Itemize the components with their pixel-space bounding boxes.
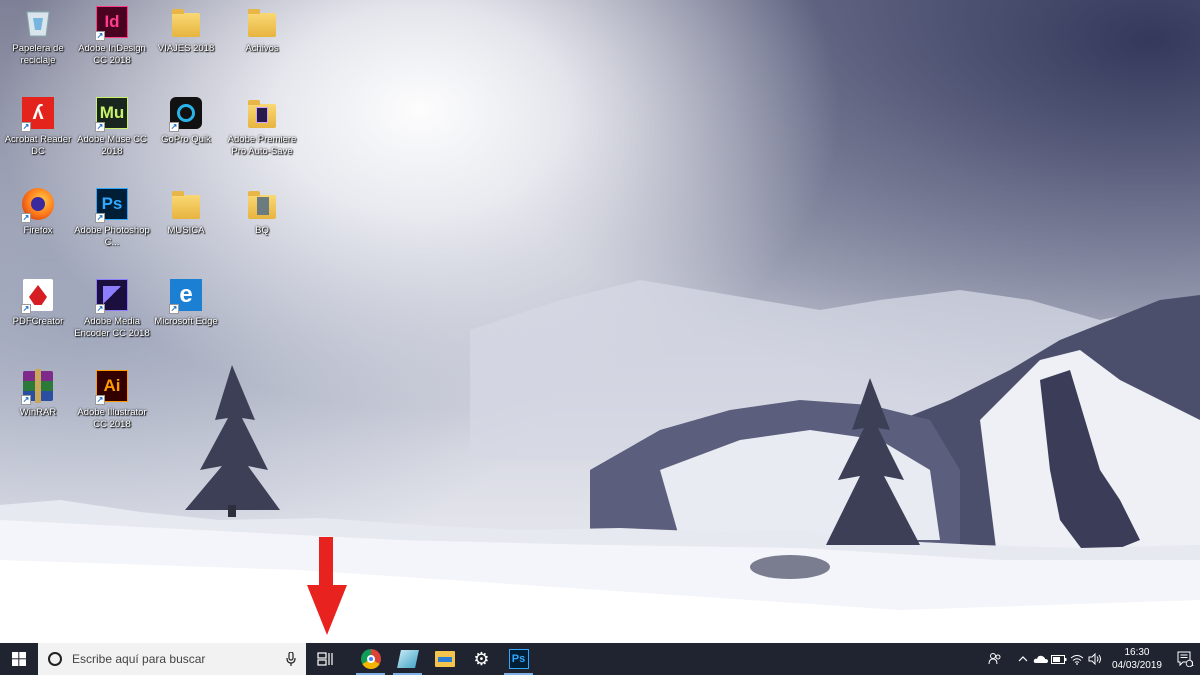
desktop-icon-folder-archivos[interactable]: Achivos <box>224 5 300 55</box>
task-view-icon <box>317 652 333 666</box>
taskbar-app-notes[interactable] <box>389 643 426 675</box>
folder-icon <box>248 100 276 128</box>
shortcut-arrow-icon: ↗ <box>21 213 31 223</box>
action-center-button[interactable]: 1 <box>1170 643 1200 675</box>
cortana-circle-icon <box>48 652 62 666</box>
desktop-icon-folder-musica[interactable]: MUSICA <box>148 187 224 237</box>
clock-time: 16:30 <box>1124 647 1150 658</box>
desktop-icon-indesign[interactable]: Id ↗ Adobe InDesign CC 2018 <box>74 5 150 67</box>
desktop-icon-acrobat[interactable]: ʎ ↗ Acrobat Reader DC <box>0 96 76 158</box>
shortcut-arrow-icon: ↗ <box>21 395 31 405</box>
show-hidden-icons-button[interactable] <box>1014 643 1032 675</box>
photoshop-taskbar-icon: Ps <box>508 649 529 669</box>
shortcut-arrow-icon: ↗ <box>169 304 179 314</box>
speaker-icon <box>1088 653 1101 665</box>
desktop-icon-winrar[interactable]: ↗ WinRAR <box>0 369 76 419</box>
task-view-button[interactable] <box>306 643 344 675</box>
taskbar-app-settings[interactable]: ⚙ <box>463 643 500 675</box>
windows-logo-icon <box>12 652 26 666</box>
chevron-up-icon <box>1018 656 1028 662</box>
shortcut-arrow-icon: ↗ <box>95 31 105 41</box>
shortcut-arrow-icon: ↗ <box>95 213 105 223</box>
system-tray: 16:30 04/03/2019 1 <box>982 643 1200 675</box>
desktop-icon-premiere-autosave[interactable]: Adobe Premiere Pro Auto-Save <box>224 96 300 158</box>
folder-icon <box>248 191 276 219</box>
people-button[interactable] <box>982 643 1008 675</box>
shortcut-arrow-icon: ↗ <box>21 304 31 314</box>
wifi-icon <box>1070 654 1084 665</box>
taskbar-app-photoshop[interactable]: Ps <box>500 643 537 675</box>
shortcut-arrow-icon: ↗ <box>95 122 105 132</box>
shortcut-arrow-icon: ↗ <box>21 122 31 132</box>
search-box[interactable] <box>38 643 306 675</box>
microphone-icon[interactable] <box>286 652 296 666</box>
folder-icon <box>172 191 200 219</box>
start-button[interactable] <box>0 643 38 675</box>
desktop-icon-gopro[interactable]: ↗ GoPro Quik <box>148 96 224 146</box>
search-input[interactable] <box>72 652 286 666</box>
shortcut-arrow-icon: ↗ <box>169 122 179 132</box>
recycle-bin-icon <box>21 5 55 39</box>
desktop-icon-folder-viajes[interactable]: VIAJES 2018 <box>148 5 224 55</box>
shortcut-arrow-icon: ↗ <box>95 395 105 405</box>
chrome-icon <box>360 649 381 669</box>
folder-icon <box>248 9 276 37</box>
notes-app-icon <box>396 650 419 668</box>
desktop-icon-recycle-bin[interactable]: Papelera de reciclaje <box>0 5 76 67</box>
desktop-icon-folder-bq[interactable]: BQ <box>224 187 300 237</box>
battery-icon <box>1050 654 1067 664</box>
desktop-icon-firefox[interactable]: ↗ Firefox <box>0 187 76 237</box>
onedrive-button[interactable] <box>1032 643 1050 675</box>
desktop[interactable]: Papelera de reciclaje Id ↗ Adobe InDesig… <box>0 0 1200 643</box>
clock[interactable]: 16:30 04/03/2019 <box>1104 646 1170 672</box>
folder-icon <box>172 9 200 37</box>
taskbar-app-chrome[interactable] <box>352 643 389 675</box>
desktop-icon-muse[interactable]: Mu ↗ Adobe Muse CC 2018 <box>74 96 150 158</box>
desktop-icon-media-encoder[interactable]: ↗ Adobe Media Encoder CC 2018 <box>74 278 150 340</box>
desktop-icon-photoshop[interactable]: Ps ↗ Adobe Photoshop C... <box>74 187 150 249</box>
people-icon <box>988 653 1001 665</box>
file-explorer-icon <box>434 651 455 667</box>
taskbar: ⚙ Ps <box>0 643 1200 675</box>
cloud-icon <box>1033 655 1048 663</box>
battery-button[interactable] <box>1050 643 1068 675</box>
volume-button[interactable] <box>1086 643 1104 675</box>
shortcut-arrow-icon: ↗ <box>95 304 105 314</box>
down-arrow-icon <box>307 537 347 635</box>
taskbar-app-file-explorer[interactable] <box>426 643 463 675</box>
desktop-icon-pdfcreator[interactable]: ↗ PDFCreator <box>0 278 76 328</box>
gear-icon: ⚙ <box>473 648 490 670</box>
clock-date: 04/03/2019 <box>1111 660 1162 671</box>
desktop-icon-edge[interactable]: e ↗ Microsoft Edge <box>148 278 224 328</box>
wifi-button[interactable] <box>1068 643 1086 675</box>
notification-count: 1 <box>1190 661 1194 668</box>
desktop-icon-illustrator[interactable]: Ai ↗ Adobe Illustrator CC 2018 <box>74 369 150 431</box>
